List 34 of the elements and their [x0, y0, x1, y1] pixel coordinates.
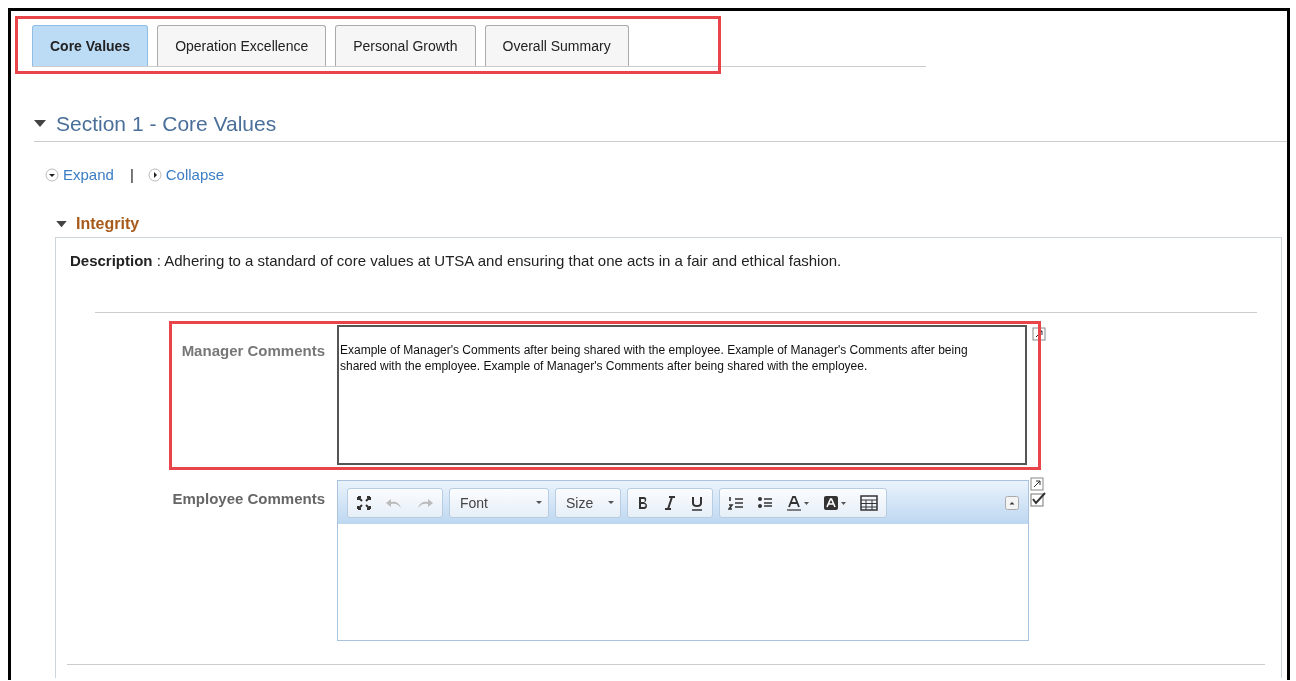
caret-icon — [608, 500, 614, 505]
category-title: Integrity — [76, 215, 140, 233]
spellcheck-icon[interactable] — [1030, 491, 1046, 507]
background-color-icon[interactable] — [823, 494, 847, 511]
size-dropdown[interactable]: Size — [555, 487, 621, 518]
font-dropdown[interactable]: Font — [449, 487, 549, 518]
collapse-triangle-icon[interactable] — [56, 220, 67, 228]
maximize-icon[interactable] — [356, 494, 372, 511]
tab[interactable]: Overall Summary — [484, 25, 629, 66]
italic-icon[interactable] — [663, 494, 677, 511]
section-title: Section 1 - Core Values — [56, 112, 277, 136]
description-text: Description : Adhering to a standard of core values at UTSA and ensuring that one acts in a fair and ethical fashion. — [69, 251, 843, 269]
collapse-icon[interactable] — [147, 167, 162, 182]
numbered-list-icon[interactable] — [728, 494, 744, 511]
expand-icon[interactable] — [45, 167, 59, 182]
link[interactable]: Expand — [63, 166, 114, 183]
underline-icon[interactable] — [690, 494, 704, 511]
link[interactable]: Collapse — [165, 166, 225, 183]
field-label: Employee Comments — [171, 489, 326, 509]
bullet-list-icon[interactable] — [757, 494, 773, 511]
bold-icon[interactable] — [636, 494, 650, 511]
comments-editor[interactable]: Font Size — [337, 480, 1029, 641]
collapse-triangle-icon[interactable] — [34, 120, 46, 128]
comments-textarea[interactable]: Example of Manager's Comments after being shared with the employee. Example of Manager's Comments after being shared with the employee. Example of Manager's Comments after being shared with the employee. — [337, 325, 1027, 465]
tab[interactable]: Personal Growth — [335, 25, 476, 66]
separator: | — [129, 166, 134, 183]
collapse-toolbar-icon[interactable] — [1005, 495, 1019, 510]
field-label: Manager Comments — [180, 341, 326, 361]
popup-icon[interactable] — [1030, 477, 1044, 491]
tab[interactable]: Operation Excellence — [157, 25, 327, 66]
text-color-icon[interactable] — [786, 494, 810, 511]
caret-icon — [536, 500, 542, 505]
table-icon[interactable] — [860, 494, 878, 511]
tab[interactable]: Core Values — [32, 25, 149, 66]
